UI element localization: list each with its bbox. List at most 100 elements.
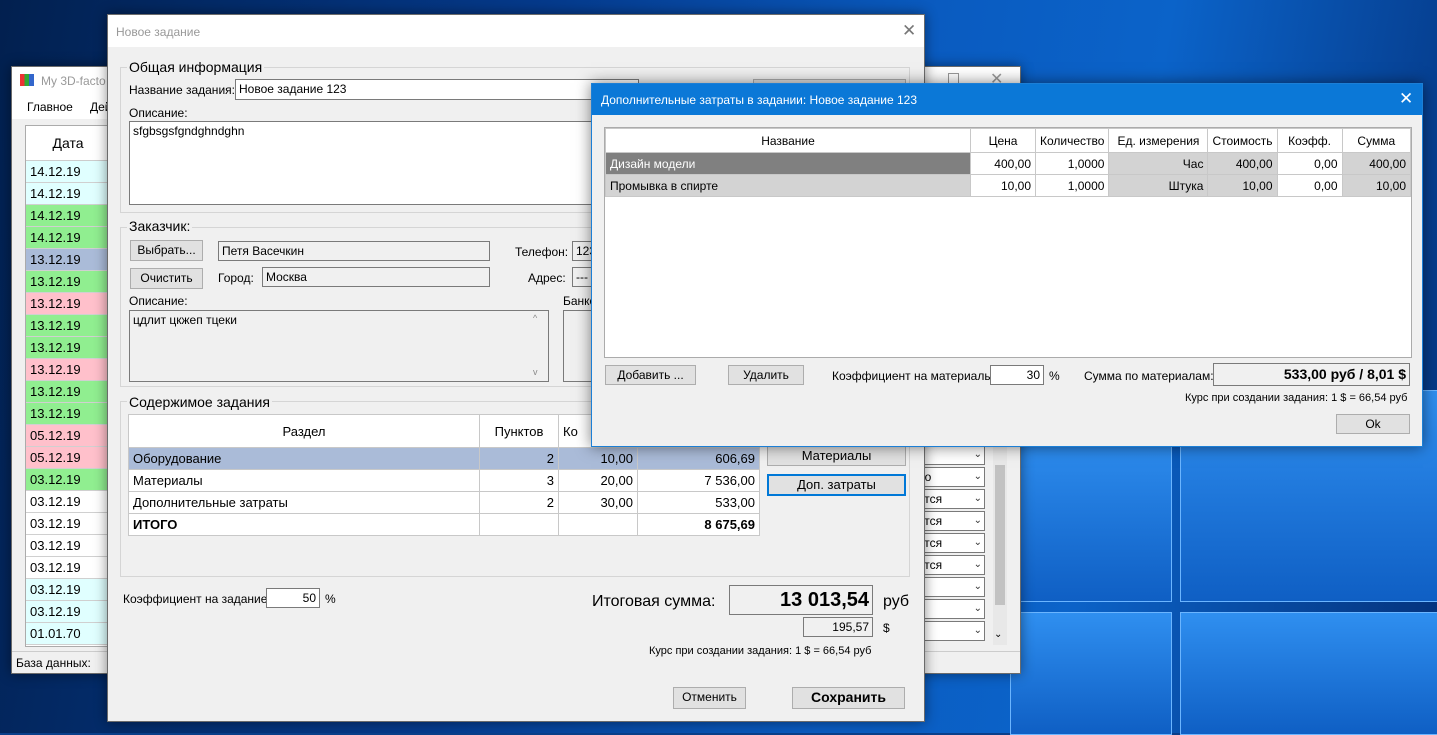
table-row[interactable]: 14.12.19	[26, 161, 110, 183]
tasks-grid[interactable]: Дата 14.12.19 14.12.19 14.12.19 14.12.19 13.…	[25, 125, 111, 647]
chevron-down-icon[interactable]: ⌄	[974, 468, 982, 486]
close-icon[interactable]: ✕	[1399, 89, 1413, 109]
table-row[interactable]: Оборудование 2 10,00 606,69	[128, 447, 760, 470]
task-dialog-titlebar: Новое задание ✕	[108, 15, 924, 47]
col-unit[interactable]: Ед. измерения	[1108, 128, 1209, 153]
col-items[interactable]: Пунктов	[479, 414, 559, 448]
table-row[interactable]: 14.12.19	[26, 227, 110, 249]
table-row[interactable]: 13.12.19	[26, 315, 110, 337]
table-row[interactable]: 03.12.19	[26, 601, 110, 623]
col-section[interactable]: Раздел	[128, 414, 480, 448]
status-combo[interactable]: о⌄	[915, 445, 985, 465]
scroll-down-icon[interactable]: ⌄	[994, 629, 1002, 640]
table-row[interactable]: 05.12.19	[26, 425, 110, 447]
table-row[interactable]: 14.12.19	[26, 205, 110, 227]
chevron-down-icon[interactable]: ⌄	[974, 534, 982, 552]
chevron-down-icon[interactable]: ⌄	[974, 578, 982, 596]
col-sum[interactable]: Сумма	[1341, 128, 1412, 153]
table-row[interactable]: 13.12.19	[26, 403, 110, 425]
col-price[interactable]: Цена	[970, 128, 1036, 153]
col-name[interactable]: Название	[605, 128, 971, 153]
cell-coef[interactable]: 0,00	[1276, 174, 1343, 197]
scroll-up-icon[interactable]: ^	[533, 313, 537, 323]
cell-cost: 10,00	[1207, 174, 1278, 197]
cell-qty[interactable]: 1,0000	[1034, 174, 1110, 197]
extra-costs-button[interactable]: Доп. затраты	[767, 474, 906, 496]
scrollbar-thumb[interactable]	[995, 465, 1005, 605]
col-coef[interactable]: Коэфф.	[1276, 128, 1343, 153]
chevron-down-icon[interactable]: ⌄	[974, 490, 982, 508]
task-desc-input[interactable]: sfgbsgsfgndghndghn	[129, 121, 595, 205]
table-row[interactable]: 13.12.19	[26, 337, 110, 359]
col-qty[interactable]: Количество	[1034, 128, 1110, 153]
table-row[interactable]: 03.12.19	[26, 513, 110, 535]
col-cost[interactable]: Стоимость	[1207, 128, 1278, 153]
cell-items: 3	[479, 469, 559, 492]
status-combo[interactable]: ется ⌄	[915, 555, 985, 575]
save-button[interactable]: Сохранить	[792, 687, 905, 709]
mat-coef-label: Коэффициент на материалы:	[832, 369, 997, 383]
table-row[interactable]: Промывка в спирте 10,00 1,0000 Штука 10,…	[605, 174, 1412, 197]
table-row[interactable]: 14.12.19	[26, 183, 110, 205]
select-customer-button[interactable]: Выбрать...	[130, 240, 203, 261]
materials-button[interactable]: Материалы	[767, 446, 906, 466]
status-combo[interactable]: но⌄	[915, 467, 985, 487]
cell-price[interactable]: 10,00	[970, 174, 1036, 197]
close-icon[interactable]: ✕	[902, 21, 916, 41]
table-row[interactable]: 03.12.19	[26, 469, 110, 491]
table-row[interactable]: Дополнительные затраты 2 30,00 533,00	[128, 491, 760, 514]
extra-costs-grid[interactable]: Название Цена Количество Ед. измерения С…	[604, 127, 1412, 358]
table-row[interactable]: 03.12.19	[26, 535, 110, 557]
chevron-down-icon[interactable]: ⌄	[974, 512, 982, 530]
table-row[interactable]: 03.12.19	[26, 557, 110, 579]
total-amount-label: Итоговая сумма:	[592, 593, 716, 610]
table-row[interactable]: 13.12.19	[26, 359, 110, 381]
cell-qty[interactable]: 1,0000	[1034, 152, 1110, 175]
cell-unit: Штука	[1108, 174, 1209, 197]
chevron-down-icon[interactable]: ⌄	[974, 622, 982, 640]
chevron-down-icon[interactable]: ⌄	[974, 446, 982, 464]
cell-coef[interactable]: 0,00	[1276, 152, 1343, 175]
table-row[interactable]: 05.12.19	[26, 447, 110, 469]
status-combo[interactable]: ется ⌄	[915, 533, 985, 553]
table-row[interactable]: 03.12.19	[26, 491, 110, 513]
cell-price[interactable]: 400,00	[970, 152, 1036, 175]
cancel-button[interactable]: Отменить	[673, 687, 746, 709]
add-button[interactable]: Добавить ...	[605, 365, 696, 385]
delete-button[interactable]: Удалить	[728, 365, 804, 385]
chevron-down-icon[interactable]: ⌄	[974, 600, 982, 618]
customer-desc-field[interactable]: цдлит цкжеп тцеки	[129, 310, 549, 382]
grid-scrollbar[interactable]: ⌄	[993, 445, 1007, 645]
task-name-input[interactable]: Новое задание 123	[235, 79, 639, 100]
table-row[interactable]: 13.12.19	[26, 249, 110, 271]
task-name-label: Название задания:	[129, 83, 235, 97]
cell-coef: 30,00	[558, 491, 638, 514]
table-row[interactable]: 13.12.19	[26, 271, 110, 293]
status-combo[interactable]: ется ⌄	[915, 489, 985, 509]
mat-coef-input[interactable]: 30	[990, 365, 1044, 385]
cell-unit: Час	[1108, 152, 1209, 175]
mat-coef-percent: %	[1049, 369, 1060, 383]
table-row[interactable]: Материалы 3 20,00 7 536,00	[128, 469, 760, 492]
menu-item-main[interactable]: Главное	[27, 100, 73, 114]
content-group-title: Содержимое задания	[127, 394, 272, 410]
status-combo[interactable]: ется ⌄	[915, 511, 985, 531]
table-row[interactable]: 13.12.19	[26, 293, 110, 315]
ok-button[interactable]: Ok	[1336, 414, 1410, 434]
table-row[interactable]: 13.12.19	[26, 381, 110, 403]
task-coef-input[interactable]: 50	[266, 588, 320, 608]
table-row[interactable]: 03.12.19	[26, 579, 110, 601]
scroll-down-icon[interactable]: v	[533, 367, 538, 377]
clear-customer-button[interactable]: Очистить	[130, 268, 203, 289]
date-column-header[interactable]: Дата	[26, 126, 110, 161]
extra-rate-text: Курс при создании задания: 1 $ = 66,54 р…	[1185, 392, 1408, 404]
cell-section: Оборудование	[128, 447, 480, 470]
table-row[interactable]: Дизайн модели 400,00 1,0000 Час 400,00 0…	[605, 152, 1412, 175]
city-label: Город:	[218, 271, 254, 285]
database-status: База данных:	[16, 656, 91, 670]
status-combo[interactable]: ⌄	[915, 577, 985, 597]
table-row[interactable]: 01.01.70	[26, 623, 110, 645]
chevron-down-icon[interactable]: ⌄	[974, 556, 982, 574]
status-combo[interactable]: ⌄	[915, 599, 985, 619]
status-combo[interactable]: ⌄	[915, 621, 985, 641]
